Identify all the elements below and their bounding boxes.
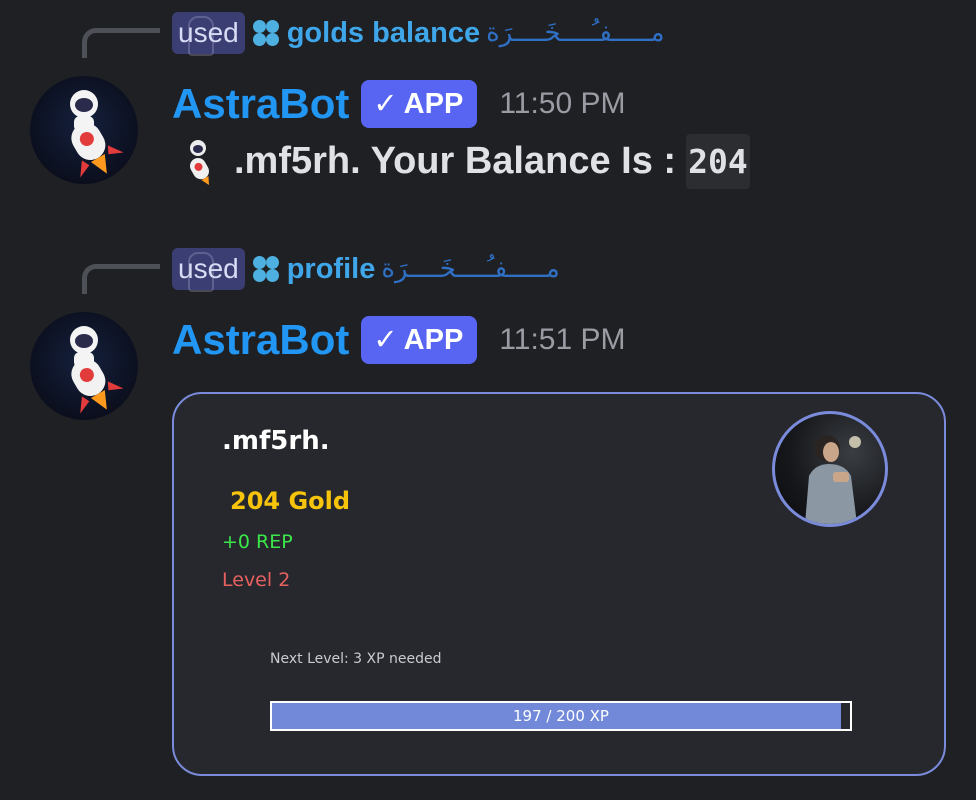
app-badge: ✓ APP [361,80,478,128]
profile-card: .mf5rh. 204 Gold +0 REP Level 2 Next Lev… [172,392,946,776]
xp-progress-bar: 197 / 200 XP [270,701,852,731]
profile-username: .mf5rh. [222,426,330,456]
command-name[interactable]: profile [287,253,376,286]
checkmark-icon: ✓ [373,88,398,120]
message-content: .mf5rh. Your Balance Is : 204 [172,134,750,189]
avatar[interactable] [30,312,138,420]
app-badge: ✓ APP [361,316,478,364]
message-header: AstraBot ✓ APP 11:51 PM [172,316,626,364]
xp-progress-text: 197 / 200 XP [513,707,609,725]
message-header: AstraBot ✓ APP 11:50 PM [172,80,626,128]
message-text: .mf5rh. Your Balance Is : [234,140,677,182]
level-label: Level 2 [222,569,291,591]
checkmark-icon: ✓ [373,324,398,356]
user-photo-icon [805,435,861,524]
astronaut-rocket-icon [70,90,124,178]
timestamp[interactable]: 11:51 PM [499,323,625,357]
reply-connector [82,264,160,294]
four-dot-clover-icon [251,18,281,48]
astronaut-rocket-icon [70,326,124,414]
used-chip: used [172,248,245,292]
gold-balance: 204 Gold [230,487,351,515]
next-level-text: Next Level: 3 XP needed [270,651,442,667]
timestamp[interactable]: 11:50 PM [499,87,625,121]
astronaut-rocket-icon [190,139,209,185]
reply-connector [82,28,160,58]
command-user-name[interactable]: مـــــفـُــــخَــــرَة [381,254,559,284]
author-name[interactable]: AstraBot [172,80,349,128]
reply-reference[interactable]: used golds balance مـــــفـُــــخَــــرَ… [172,12,665,56]
author-name[interactable]: AstraBot [172,316,349,364]
rep-count: +0 REP [222,531,293,553]
reply-reference[interactable]: used profile مـــــفـُــــخَــــرَة [172,248,560,292]
used-chip: used [172,12,245,56]
command-user-name[interactable]: مـــــفـُــــخَــــرَة [486,18,664,48]
inline-code: 204 [686,134,750,189]
four-dot-clover-icon [251,254,281,284]
avatar[interactable] [30,76,138,184]
chat-view: used golds balance مـــــفـُــــخَــــرَ… [0,0,976,800]
command-name[interactable]: golds balance [287,17,480,50]
profile-photo [772,411,888,527]
